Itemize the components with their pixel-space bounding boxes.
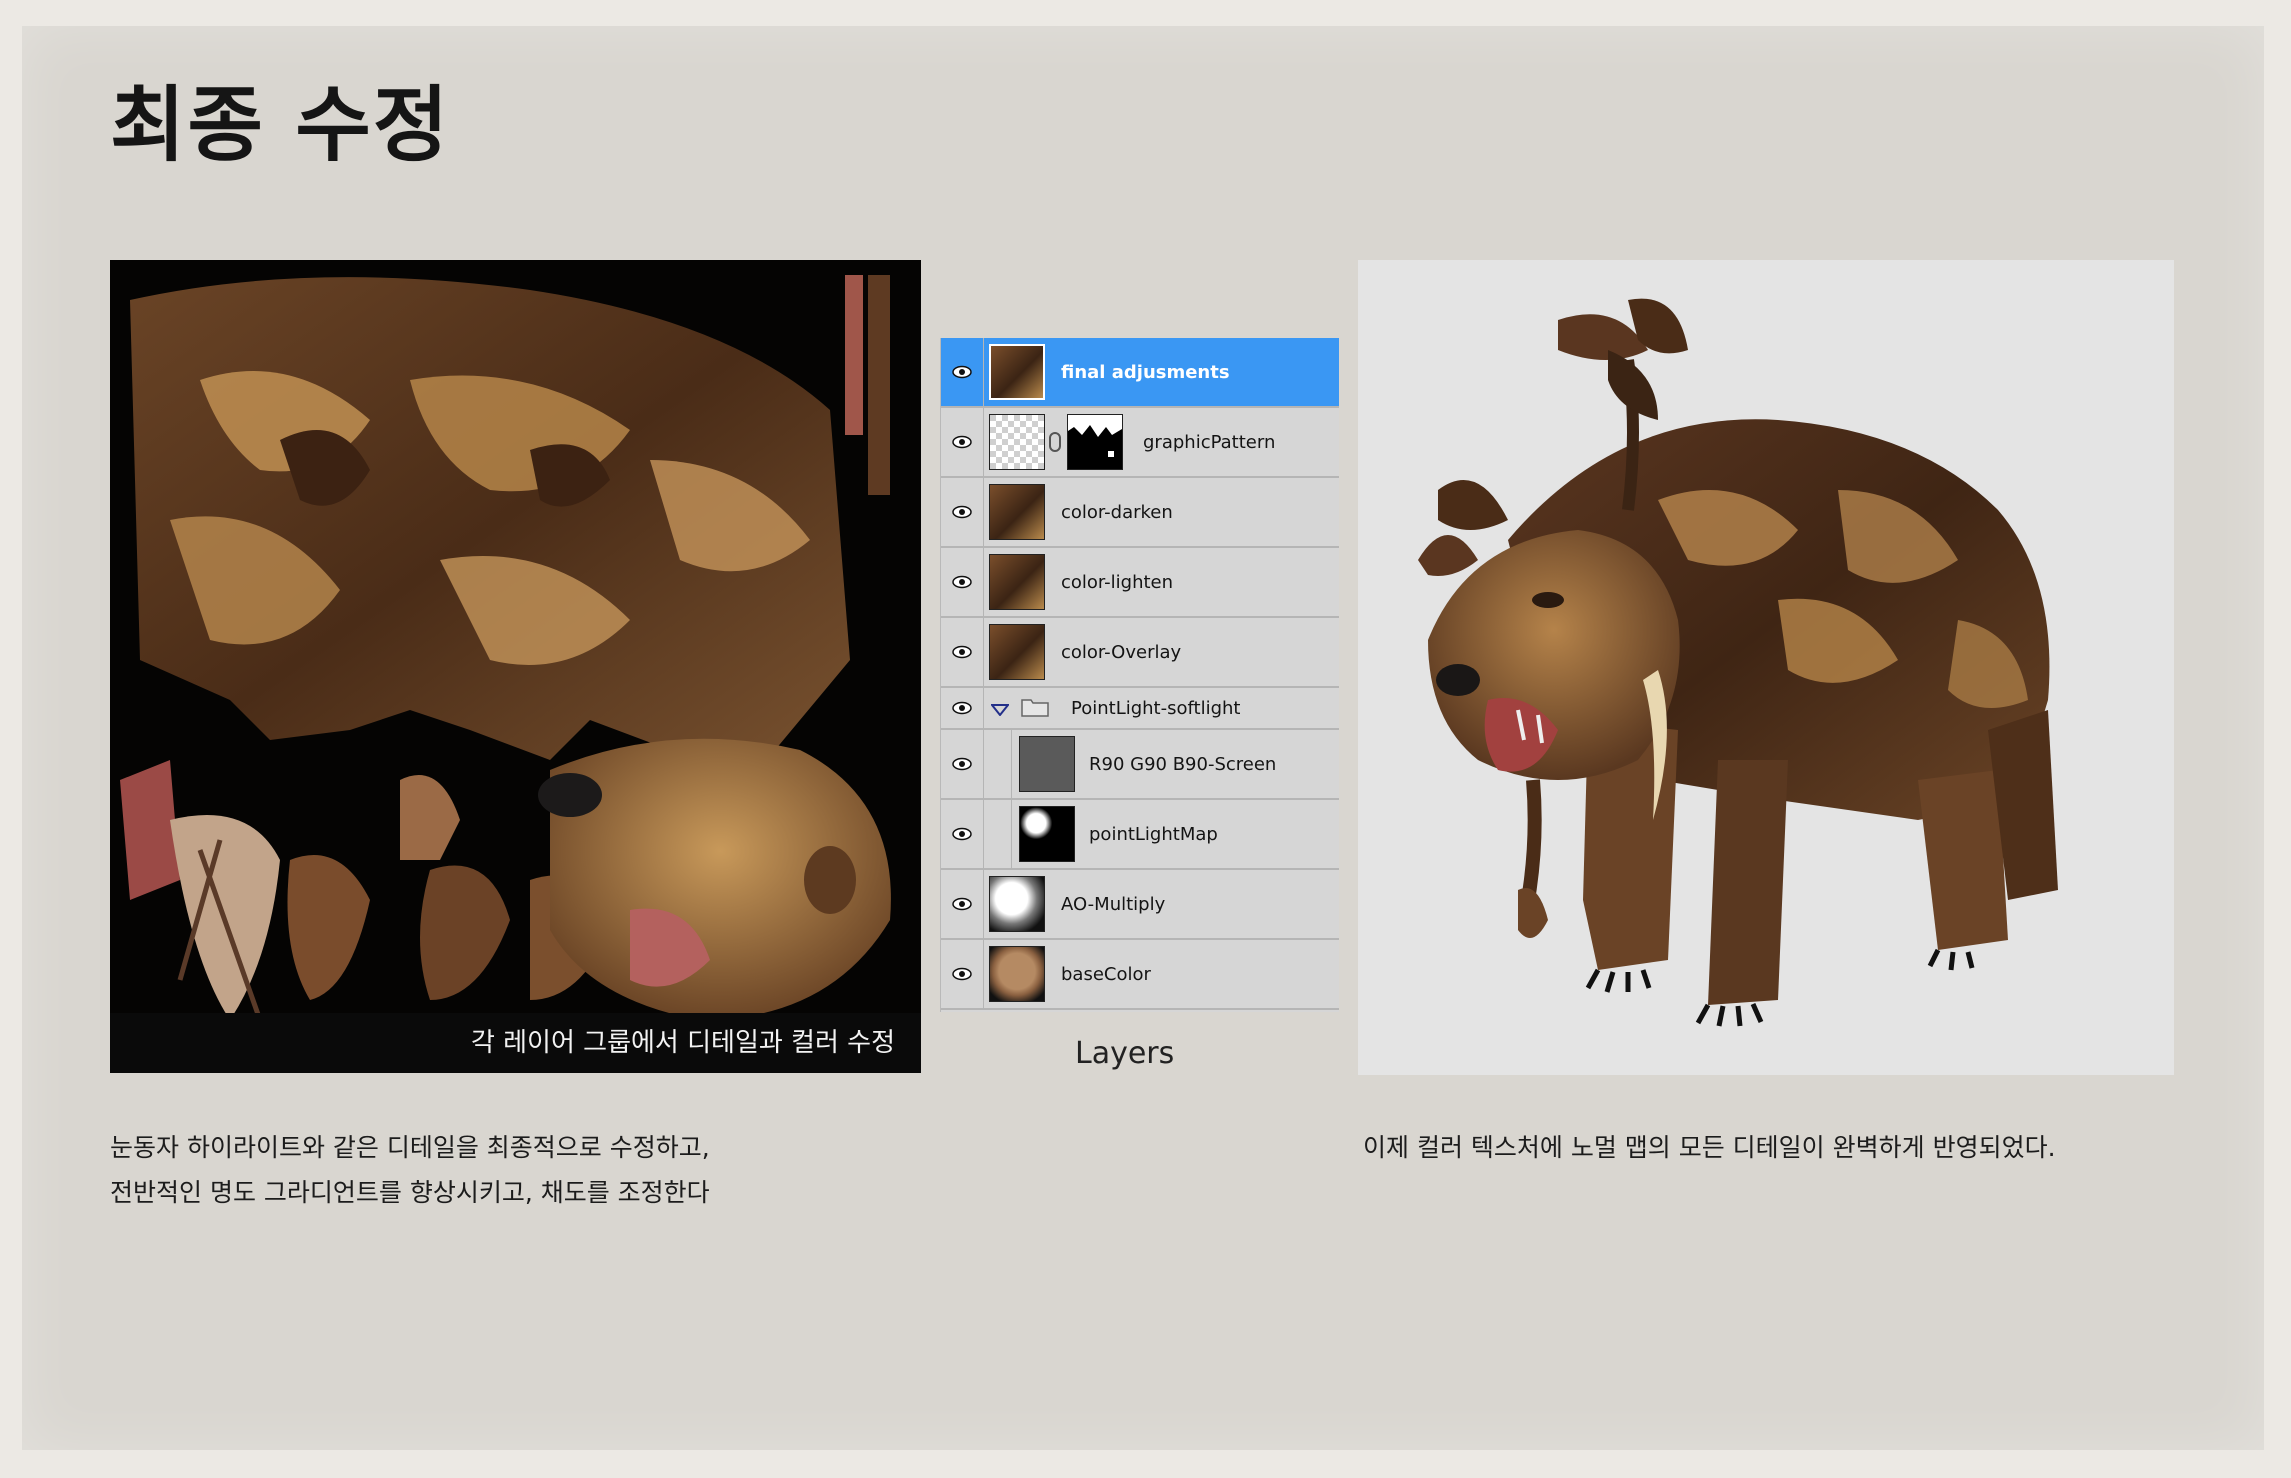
layer-thumbnail bbox=[989, 414, 1045, 470]
layer-color-overlay[interactable]: color-Overlay bbox=[941, 618, 1339, 688]
layer-thumbnail bbox=[989, 554, 1045, 610]
layer-thumbnail bbox=[989, 624, 1045, 680]
layer-thumbnail bbox=[989, 876, 1045, 932]
layer-thumbnail bbox=[1019, 736, 1075, 792]
texture-atlas-image: 각 레이어 그룹에서 디테일과 컬러 수정 bbox=[110, 260, 921, 1073]
eye-icon[interactable] bbox=[941, 408, 984, 476]
eye-icon[interactable] bbox=[941, 940, 984, 1008]
layer-name: pointLightMap bbox=[1089, 823, 1218, 845]
layer-name: baseColor bbox=[1061, 963, 1151, 985]
layers-panel: final adjusments graphicPattern color-da… bbox=[940, 338, 1339, 1012]
layer-name: AO-Multiply bbox=[1061, 893, 1166, 915]
bear-render-image bbox=[1358, 260, 2174, 1075]
bear-render-art bbox=[1418, 298, 2058, 1027]
layer-thumbnail bbox=[1019, 806, 1075, 862]
layer-name: color-Overlay bbox=[1061, 641, 1182, 663]
eye-icon[interactable] bbox=[941, 478, 984, 546]
layer-graphicpattern[interactable]: graphicPattern bbox=[941, 408, 1339, 478]
layer-name: R90 G90 B90-Screen bbox=[1089, 753, 1277, 775]
right-description-line1: 이제 컬러 텍스처에 노멀 맵의 모든 디테일이 완벽하게 반영되었다. bbox=[1363, 1133, 2056, 1162]
left-description: 눈동자 하이라이트와 같은 디테일을 최종적으로 수정하고, 전반적인 명도 그… bbox=[110, 1125, 710, 1215]
layer-group-pointlight-softlight[interactable]: PointLight-softlight bbox=[941, 688, 1339, 730]
eye-icon[interactable] bbox=[941, 870, 984, 938]
eye-icon[interactable] bbox=[941, 338, 984, 406]
eye-icon[interactable] bbox=[941, 618, 984, 686]
indent-column bbox=[983, 730, 1012, 798]
layer-thumbnail bbox=[989, 344, 1045, 400]
layer-name: PointLight-softlight bbox=[1071, 697, 1241, 719]
layer-r90-g90-b90-screen[interactable]: R90 G90 B90-Screen bbox=[941, 730, 1339, 800]
indent-column bbox=[983, 800, 1012, 868]
expand-triangle-icon[interactable] bbox=[989, 701, 1011, 720]
left-description-line2: 전반적인 명도 그라디언트를 향상시키고, 채도를 조정한다 bbox=[110, 1178, 710, 1207]
layer-name: graphicPattern bbox=[1143, 431, 1276, 453]
left-description-line1: 눈동자 하이라이트와 같은 디테일을 최종적으로 수정하고, bbox=[110, 1133, 710, 1162]
folder-icon bbox=[1021, 697, 1049, 721]
layer-ao-multiply[interactable]: AO-Multiply bbox=[941, 870, 1339, 940]
layers-label: Layers bbox=[1075, 1036, 1175, 1071]
layer-name: final adjusments bbox=[1061, 361, 1230, 383]
layer-name: color-darken bbox=[1061, 501, 1173, 523]
layer-pointlightmap[interactable]: pointLightMap bbox=[941, 800, 1339, 870]
texture-caption: 각 레이어 그룹에서 디테일과 컬러 수정 bbox=[110, 1013, 921, 1073]
layer-thumbnail bbox=[989, 946, 1045, 1002]
link-icon bbox=[1049, 432, 1061, 452]
texture-atlas-art bbox=[120, 275, 891, 1021]
eye-icon[interactable] bbox=[941, 548, 984, 616]
page-title: 최종 수정 bbox=[110, 78, 451, 173]
layer-final-adjusments[interactable]: final adjusments bbox=[941, 338, 1339, 408]
layer-mask-thumbnail bbox=[1067, 414, 1123, 470]
right-description: 이제 컬러 텍스처에 노멀 맵의 모든 디테일이 완벽하게 반영되었다. bbox=[1363, 1125, 2056, 1170]
layer-basecolor[interactable]: baseColor bbox=[941, 940, 1339, 1010]
layer-thumbnail bbox=[989, 484, 1045, 540]
eye-icon[interactable] bbox=[941, 730, 984, 798]
eye-icon[interactable] bbox=[941, 800, 984, 868]
layer-color-darken[interactable]: color-darken bbox=[941, 478, 1339, 548]
layer-color-lighten[interactable]: color-lighten bbox=[941, 548, 1339, 618]
eye-icon[interactable] bbox=[941, 688, 984, 728]
layer-name: color-lighten bbox=[1061, 571, 1174, 593]
